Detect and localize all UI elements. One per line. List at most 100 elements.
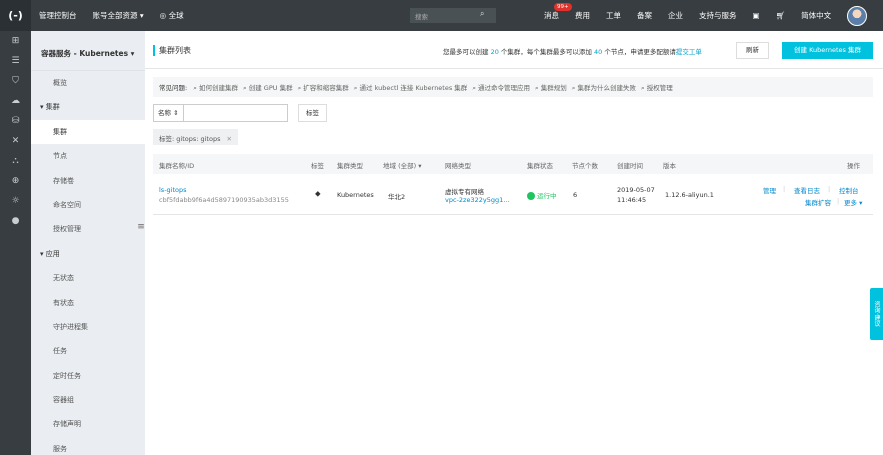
tag-icon[interactable]: ⬥	[315, 189, 321, 199]
database-icon[interactable]: ⛁	[0, 111, 31, 131]
quota-text: 个集群，每个集群最多可以添加	[498, 48, 594, 56]
quota-text: 个节点，申请更多配额请	[602, 48, 676, 56]
shield-icon[interactable]: ⛉	[0, 71, 31, 91]
billing-link[interactable]: 费用	[567, 0, 598, 31]
terminal-icon[interactable]: ▣	[745, 0, 768, 31]
nav-item[interactable]: 任务	[31, 339, 145, 363]
tag-filter-chip: 标签: gitops: gitops ✕	[153, 129, 238, 145]
avatar[interactable]	[847, 5, 868, 26]
tag-button[interactable]: 标签	[298, 104, 327, 122]
nav-item[interactable]: 概览	[31, 71, 145, 95]
nav-item[interactable]: 定时任务	[31, 364, 145, 388]
faq-link[interactable]: ⌕ 通过命令管理应用	[472, 84, 530, 92]
service-nav: 容器服务 - Kubernetes ▾ 概览 ▾ 集群 集群 节点 存储卷 命名空间 授权管…	[31, 31, 145, 455]
col-type: 集群类型	[337, 162, 363, 170]
table-header: 集群名称/ID 标签 集群类型 地域 (全部) ▾ 网络类型 集群状态 节点个数…	[153, 154, 873, 174]
filter-bar: 名称 ⇕ 标签	[153, 104, 327, 122]
faq-link[interactable]: ⌕ 集群为什么创建失败	[572, 84, 636, 92]
nav-item[interactable]: 命名空间	[31, 193, 145, 217]
cluster-type: Kubernetes	[337, 191, 374, 199]
scale-cluster-link[interactable]: 集群扩容	[805, 197, 831, 207]
cloud-icon[interactable]: ☁	[0, 91, 31, 111]
faq-link[interactable]: ⌕ 通过 kubectl 连接 Kubernetes 集群	[354, 84, 468, 92]
page-header: 集群列表 您最多可以创建 20 个集群，每个集群最多可以添加 40 个节点，申请…	[145, 31, 883, 69]
cloud-outline-icon[interactable]: ☼	[0, 191, 31, 211]
col-tag: 标签	[311, 162, 324, 170]
main-content: 集群列表 您最多可以创建 20 个集群，每个集群最多可以添加 40 个节点，申请…	[145, 31, 883, 455]
aliyun-logo-icon[interactable]: (-)	[0, 0, 31, 31]
refresh-button[interactable]: 刷新	[736, 42, 769, 59]
nav-item[interactable]: 节点	[31, 144, 145, 168]
language-switch[interactable]: 简体中文	[793, 0, 839, 31]
product-sidebar: ⊞ ☰ ⛉ ☁ ⛁ ✕ ⛬ ⊕ ☼ ●	[0, 31, 31, 455]
console-link[interactable]: 控制台	[839, 185, 859, 195]
created-time: 11:46:45	[617, 196, 647, 204]
col-actions: 操作	[847, 162, 860, 170]
cluster-id: cbf5fdabb9f6a4d5897190935ab3d3155	[159, 196, 289, 204]
network-type: 虚拟专有网络	[445, 188, 484, 196]
nav-item[interactable]: 服务	[31, 437, 145, 455]
network-icon[interactable]: ⛬	[0, 151, 31, 171]
nav-group[interactable]: ▾ 应用	[31, 242, 145, 266]
faq-link-label: 创建 GPU 集群	[248, 84, 293, 92]
nav-item[interactable]: 守护进程集	[31, 315, 145, 339]
cluster-region: 华北2	[388, 193, 406, 201]
col-version: 版本	[663, 162, 676, 170]
cluster-quota: 20	[490, 48, 499, 56]
table-row: ls-gitops cbf5fdabb9f6a4d5897190935ab3d3…	[153, 178, 873, 215]
faq-link-label: 如何创建集群	[199, 84, 238, 92]
console-link[interactable]: 管理控制台	[31, 0, 85, 31]
nav-item[interactable]: 有状态	[31, 291, 145, 315]
view-logs-link[interactable]: 查看日志	[794, 185, 820, 195]
nav-item[interactable]: 存储卷	[31, 169, 145, 193]
ticket-link[interactable]: 工单	[598, 0, 629, 31]
circle-icon[interactable]: ●	[0, 211, 31, 231]
search-icon[interactable]: ⌕	[480, 9, 484, 19]
globe-icon[interactable]: ⊕	[0, 171, 31, 191]
feedback-tab[interactable]: 咨询·建议	[870, 288, 883, 340]
create-cluster-button[interactable]: 创建 Kubernetes 集群	[782, 42, 873, 59]
region-selector[interactable]: ◎ 全球	[152, 0, 192, 31]
manage-link[interactable]: 管理	[763, 185, 776, 195]
icp-link[interactable]: 备案	[629, 0, 660, 31]
more-dropdown[interactable]: 更多 ▾	[844, 197, 862, 207]
faq-link-label: 集群规划	[540, 84, 567, 92]
account-resources-dropdown[interactable]: 账号全部资源 ▾	[85, 0, 152, 31]
faq-bar: 常见问题: ⌕ 如何创建集群 ⌕ 创建 GPU 集群 ⌕ 扩容和缩容集群 ⌕ 通过 k…	[153, 77, 873, 97]
vpc-link[interactable]: vpc-2ze322y5gg1...	[445, 196, 509, 204]
nav-item[interactable]: 集群	[31, 119, 145, 145]
support-link[interactable]: 支持与服务	[691, 0, 745, 31]
page-title: 集群列表	[153, 45, 191, 56]
status-badge: 运行中	[527, 190, 557, 200]
close-icon[interactable]: ✕	[226, 135, 231, 143]
nav-item[interactable]: 无状态	[31, 266, 145, 290]
col-created: 创建时间	[617, 162, 643, 170]
col-region[interactable]: 地域 (全部) ▾	[383, 160, 421, 170]
divider: |	[828, 185, 831, 193]
submit-ticket-link[interactable]: 提交工单	[676, 48, 702, 56]
cross-icon[interactable]: ✕	[0, 131, 31, 151]
nav-item[interactable]: 存储声明	[31, 412, 145, 436]
nav-item[interactable]: 授权管理	[31, 217, 145, 241]
faq-link[interactable]: ⌕ 创建 GPU 集群	[243, 84, 293, 92]
col-nodes: 节点个数	[572, 162, 598, 170]
cluster-name-link[interactable]: ls-gitops	[159, 186, 187, 194]
filter-input[interactable]	[184, 104, 288, 122]
enterprise-link[interactable]: 企业	[660, 0, 691, 31]
nav-group[interactable]: ▾ 集群	[31, 95, 145, 119]
faq-link-label: 授权管理	[646, 84, 673, 92]
quota-text: 您最多可以创建	[443, 48, 491, 56]
faq-link[interactable]: ⌕ 集群规划	[535, 84, 567, 92]
filter-field-select[interactable]: 名称 ⇕	[153, 104, 184, 122]
quota-note: 您最多可以创建 20 个集群，每个集群最多可以添加 40 个节点，申请更多配额请…	[443, 46, 702, 56]
cart-icon[interactable]: 🛒︎	[768, 0, 794, 31]
service-title[interactable]: 容器服务 - Kubernetes ▾	[31, 31, 145, 71]
faq-link[interactable]: ⌕ 扩容和缩容集群	[298, 84, 349, 92]
faq-link[interactable]: ⌕ 授权管理	[641, 84, 673, 92]
col-network: 网络类型	[445, 162, 471, 170]
nav-item[interactable]: 容器组	[31, 388, 145, 412]
globe-icon: ◎	[159, 11, 169, 20]
grid-icon[interactable]: ⊞	[0, 31, 31, 51]
menu-icon[interactable]: ☰	[0, 51, 31, 71]
faq-link[interactable]: ⌕ 如何创建集群	[193, 84, 238, 92]
